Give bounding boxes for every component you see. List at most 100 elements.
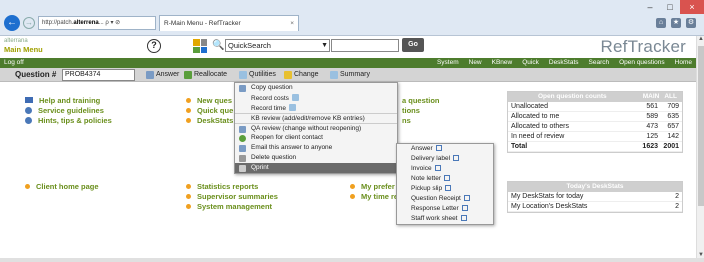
my-time-label: My time re bbox=[361, 191, 399, 201]
nav-quick[interactable]: Quick bbox=[522, 58, 539, 68]
nav-system[interactable]: System bbox=[437, 58, 459, 68]
print-note-letter[interactable]: Note letter bbox=[397, 174, 493, 184]
service-guidelines-link[interactable]: Service guidelines bbox=[25, 105, 112, 115]
menu-reopen[interactable]: Reopen for client contact bbox=[235, 133, 397, 143]
scroll-up-icon[interactable]: ▲ bbox=[697, 36, 704, 44]
print-pickup-slip[interactable]: Pickup slip bbox=[397, 184, 493, 194]
print-preview-icon bbox=[453, 155, 460, 161]
favorites-star-icon[interactable]: ★ bbox=[671, 18, 681, 28]
counts-row-allocated-others[interactable]: Allocated to others 473 657 bbox=[508, 122, 682, 132]
menu-email-answer[interactable]: Email this answer to anyone bbox=[235, 143, 397, 153]
row-main: 589 bbox=[646, 113, 658, 120]
email-icon bbox=[239, 145, 246, 152]
qutilities-label: Qutilities bbox=[249, 71, 276, 78]
answer-button[interactable]: Answer bbox=[146, 70, 179, 80]
nav-home[interactable]: Home bbox=[675, 58, 692, 68]
logoff-link[interactable]: Log off bbox=[4, 58, 24, 68]
nav-new[interactable]: New bbox=[469, 58, 482, 68]
quick-question-link[interactable]: Quick que bbox=[186, 105, 233, 115]
reallocate-button[interactable]: Reallocate bbox=[184, 70, 227, 80]
print-delivery-label[interactable]: Delivery label bbox=[397, 154, 493, 164]
nav-search[interactable]: Search bbox=[589, 58, 610, 68]
browser-tab[interactable]: R-Main Menu - RefTracker × bbox=[159, 15, 299, 31]
menu-copy-question[interactable]: Copy question bbox=[235, 83, 397, 93]
my-time-link[interactable]: My time re bbox=[350, 191, 398, 201]
hints-tips-link[interactable]: Hints, tips & policies bbox=[25, 115, 112, 125]
my-preferences-link[interactable]: My prefer bbox=[350, 181, 398, 191]
print-question-receipt[interactable]: Question Receipt bbox=[397, 194, 493, 204]
maximize-button[interactable]: □ bbox=[660, 0, 680, 14]
deskstats-link[interactable]: DeskStats bbox=[186, 115, 233, 125]
menu-delete-question[interactable]: Delete question bbox=[235, 153, 397, 163]
print-answer[interactable]: Answer bbox=[397, 144, 493, 154]
print-icon bbox=[239, 165, 246, 172]
qutilities-icon bbox=[239, 71, 247, 79]
nav-open-questions[interactable]: Open questions bbox=[619, 58, 665, 68]
supervisor-summaries-label: Supervisor summaries bbox=[197, 191, 278, 201]
nav-kbnew[interactable]: KBnew bbox=[492, 58, 513, 68]
open-questions-link[interactable]: tions bbox=[402, 105, 440, 115]
help-icon[interactable]: ? bbox=[147, 39, 161, 53]
time-icon bbox=[289, 104, 297, 111]
print-response-letter[interactable]: Response Letter bbox=[397, 204, 493, 214]
questions-column: New ques Quick que DeskStats bbox=[186, 95, 233, 125]
bullet-icon bbox=[350, 193, 355, 199]
change-button[interactable]: Change bbox=[284, 70, 319, 80]
tab-close-icon[interactable]: × bbox=[290, 16, 294, 31]
row-all: 2001 bbox=[663, 143, 679, 150]
menu-qa-review[interactable]: QA review (change without reopening) bbox=[235, 123, 397, 133]
minimize-button[interactable]: – bbox=[640, 0, 660, 14]
statistics-reports-link[interactable]: Statistics reports bbox=[186, 181, 278, 191]
print-staff-work-sheet[interactable]: Staff work sheet bbox=[397, 214, 493, 224]
col-main: MAIN bbox=[642, 93, 660, 100]
quick-search-select[interactable]: QuickSearch ▼ bbox=[225, 39, 330, 52]
question-number-input[interactable]: PROB4374 bbox=[62, 69, 135, 81]
apps-grid-icon[interactable] bbox=[193, 39, 207, 53]
deskstats-row-location[interactable]: My Location's DeskStats 2 bbox=[508, 202, 682, 212]
back-arrow-icon[interactable]: ← bbox=[4, 15, 20, 31]
col-all: ALL bbox=[664, 93, 677, 100]
nav-items: System New KBnew Quick DeskStats Search … bbox=[437, 58, 692, 68]
close-window-button[interactable]: × bbox=[680, 0, 704, 14]
vertical-scrollbar[interactable]: ▲ ▼ bbox=[696, 36, 704, 262]
system-management-link[interactable]: System management bbox=[186, 201, 278, 211]
print-invoice[interactable]: Invoice bbox=[397, 164, 493, 174]
new-question-link[interactable]: New ques bbox=[186, 95, 233, 105]
settings-gear-icon[interactable]: ⚙ bbox=[686, 18, 696, 28]
row-main: 125 bbox=[646, 133, 658, 140]
submenu-label: Pickup slip bbox=[411, 185, 443, 192]
qutilities-button[interactable]: Qutilities bbox=[239, 70, 276, 80]
counts-row-unallocated[interactable]: Unallocated 561 709 bbox=[508, 102, 682, 112]
nav-deskstats[interactable]: DeskStats bbox=[549, 58, 579, 68]
tab-title: R-Main Menu - RefTracker bbox=[164, 20, 241, 27]
search-question-label: a question bbox=[402, 95, 440, 105]
row-label: Allocated to others bbox=[511, 123, 569, 130]
summary-button[interactable]: Summary bbox=[330, 70, 370, 80]
menu-qprint[interactable]: Qprint bbox=[235, 163, 397, 173]
client-home-link[interactable]: Client home page bbox=[25, 181, 99, 191]
menu-record-costs[interactable]: Record costs bbox=[235, 93, 397, 103]
scrollbar-thumb[interactable] bbox=[698, 46, 704, 206]
supervisor-summaries-link[interactable]: Supervisor summaries bbox=[186, 191, 278, 201]
deskstats-row-today[interactable]: My DeskStats for today 2 bbox=[508, 192, 682, 202]
forward-arrow-icon[interactable]: → bbox=[23, 17, 35, 29]
search-input[interactable] bbox=[331, 39, 399, 52]
help-training-link[interactable]: Help and training bbox=[25, 95, 112, 105]
menu-label: Delete question bbox=[251, 154, 297, 161]
system-management-label: System management bbox=[197, 201, 273, 211]
menu-kb-review[interactable]: KB review (add/edit/remove KB entries) bbox=[235, 113, 397, 123]
my-questions-link[interactable]: ns bbox=[402, 115, 440, 125]
counts-row-allocated-me[interactable]: Allocated to me 589 635 bbox=[508, 112, 682, 122]
qutilities-menu: Copy question Record costs Record time K… bbox=[234, 82, 398, 174]
menu-record-time[interactable]: Record time bbox=[235, 103, 397, 113]
reports-column: Statistics reports Supervisor summaries … bbox=[186, 181, 278, 211]
go-button[interactable]: Go bbox=[402, 38, 424, 52]
address-bar[interactable]: http://patch.alterrena... ρ ▾ ⊘ bbox=[38, 16, 156, 30]
org-logo: alterrana bbox=[4, 38, 28, 44]
search-question-link[interactable]: a question bbox=[402, 95, 440, 105]
counts-row-review[interactable]: In need of review 125 142 bbox=[508, 132, 682, 142]
menu-label: QA review (change without reopening) bbox=[251, 125, 362, 132]
row-all: 657 bbox=[667, 123, 679, 130]
home-icon[interactable]: ⌂ bbox=[656, 18, 666, 28]
print-preview-icon bbox=[435, 145, 442, 151]
